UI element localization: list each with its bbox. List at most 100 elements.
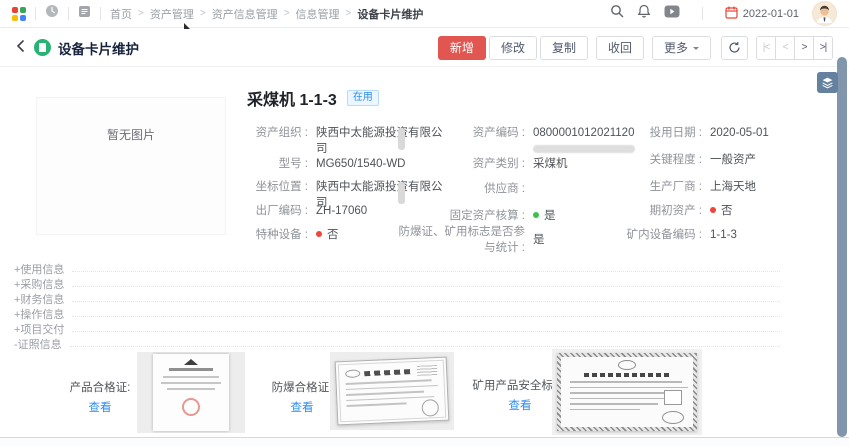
refresh-button[interactable] — [721, 36, 748, 60]
divider — [702, 7, 703, 20]
section-label: +使用信息 — [14, 261, 64, 277]
field-label: 防爆证、矿用标志是否参与统计 : — [390, 224, 525, 256]
field-value: 否 — [710, 203, 840, 219]
video-icon[interactable] — [664, 5, 680, 23]
breadcrumb-separator: > — [346, 8, 352, 19]
field-label: 供应商 : — [390, 181, 525, 197]
section-label: +财务信息 — [14, 291, 64, 307]
page-titlebar: 设备卡片维护 新增 修改 复制 收回 更多 |< < > >| — [0, 29, 849, 67]
breadcrumb-separator: > — [284, 8, 290, 19]
field-manufacturer: 生产厂商 : 上海天地 — [588, 179, 840, 195]
field-label: 型号 : — [198, 156, 308, 172]
emblem — [618, 360, 636, 370]
prev-record-button[interactable]: < — [775, 36, 795, 60]
divider — [72, 300, 780, 302]
certificate-image — [153, 354, 229, 431]
explosion-proof-certificate-thumbnail[interactable] — [330, 352, 454, 430]
field-label: 坐标位置 : — [198, 179, 308, 195]
date-display: 2022-01-01 — [725, 6, 799, 22]
breadcrumb-separator: > — [200, 8, 206, 19]
first-record-button[interactable]: |< — [756, 36, 776, 60]
product-certificate-thumbnail[interactable] — [137, 352, 245, 433]
app-window: 首页 > 资产管理 > 资产信息管理 > 信息管理 > 设备卡片维护 — [0, 0, 849, 446]
add-button[interactable]: 新增 — [438, 36, 486, 60]
certificate-image — [335, 357, 450, 426]
notification-bell-icon[interactable] — [637, 4, 651, 23]
section-finance-info[interactable]: +财务信息 — [14, 292, 780, 306]
divider — [68, 7, 69, 20]
section-usage-info[interactable]: +使用信息 — [14, 262, 780, 276]
product-certificate-group: 产品合格证: 查看 — [58, 379, 142, 415]
section-operation-info[interactable]: +操作信息 — [14, 307, 780, 321]
document-icon[interactable] — [78, 5, 91, 23]
last-record-button[interactable]: >| — [813, 36, 833, 60]
field-initial-asset: 期初资产 : 否 — [588, 203, 840, 219]
breadcrumb-asset-info-mgmt[interactable]: 资产信息管理 — [212, 6, 278, 22]
next-record-button[interactable]: > — [794, 36, 814, 60]
user-avatar[interactable] — [812, 1, 837, 26]
section-project-delivery[interactable]: +项目交付 — [14, 322, 780, 336]
breadcrumb-home[interactable]: 首页 — [110, 6, 132, 22]
refresh-icon — [728, 41, 741, 54]
section-label: +项目交付 — [14, 321, 64, 337]
breadcrumb: 首页 > 资产管理 > 资产信息管理 > 信息管理 > 设备卡片维护 — [110, 6, 423, 22]
search-icon[interactable] — [610, 4, 624, 23]
equipment-title: 采煤机 1-1-3 在用 — [247, 86, 379, 110]
equipment-name: 采煤机 1-1-3 — [247, 86, 337, 110]
field-label: 生产厂商 : — [588, 179, 702, 195]
round-stamp — [421, 399, 439, 417]
breadcrumb-info-mgmt[interactable]: 信息管理 — [296, 6, 340, 22]
field-label: 资产类别 : — [390, 156, 525, 172]
certificate-label: 产品合格证: — [58, 379, 142, 395]
status-dot-red — [710, 207, 716, 213]
vertical-scrollbar[interactable] — [837, 57, 847, 437]
header-actions: 2022-01-01 — [610, 1, 837, 26]
record-pager: |< < > >| — [756, 36, 833, 60]
current-date: 2022-01-01 — [743, 8, 799, 20]
oval-stamp — [662, 411, 684, 424]
field-label: 期初资产 : — [588, 203, 702, 219]
module-icon — [34, 39, 51, 56]
divider — [72, 330, 780, 332]
divider — [35, 7, 36, 20]
red-seal — [182, 398, 200, 416]
recall-button[interactable]: 收回 — [596, 36, 644, 60]
layers-panel-button[interactable] — [817, 72, 838, 93]
history-clock-icon[interactable] — [45, 4, 59, 23]
status-dot-red — [316, 231, 322, 237]
field-label: 特种设备 : — [198, 227, 308, 243]
view-link[interactable]: 查看 — [58, 399, 142, 415]
section-label: +操作信息 — [14, 306, 64, 322]
calendar-icon — [725, 6, 738, 22]
photo-box — [664, 390, 682, 405]
field-use-date: 投用日期 : 2020-05-01 — [588, 125, 840, 141]
divider — [72, 315, 780, 317]
breadcrumb-asset-mgmt[interactable]: 资产管理 — [150, 6, 194, 22]
field-label: 投用日期 : — [588, 125, 702, 141]
field-value: 上海天地 — [710, 179, 840, 195]
field-value: 1-1-3 — [710, 227, 840, 243]
status-dot-green — [533, 212, 539, 218]
bottom-border — [0, 437, 849, 446]
field-value: 一般资产 — [710, 152, 840, 168]
back-icon[interactable] — [16, 39, 25, 57]
edit-button[interactable]: 修改 — [489, 36, 537, 60]
more-button[interactable]: 更多 — [652, 36, 711, 60]
field-label: 关键程度 : — [588, 152, 702, 168]
field-label: 矿内设备编码 : — [588, 227, 702, 243]
divider — [72, 285, 780, 287]
breadcrumb-separator: > — [138, 8, 144, 19]
section-purchase-info[interactable]: +采购信息 — [14, 277, 780, 291]
mining-safety-mark-thumbnail[interactable] — [552, 349, 702, 435]
breadcrumb-current: 设备卡片维护 — [357, 6, 423, 22]
field-label: 出厂编码 : — [198, 203, 308, 219]
divider — [100, 7, 101, 20]
chevron-down-icon — [693, 47, 699, 53]
field-mine-code: 矿内设备编码 : 1-1-3 — [588, 227, 840, 243]
copy-button[interactable]: 复制 — [540, 36, 588, 60]
certificate-image — [557, 353, 697, 431]
more-button-label: 更多 — [664, 39, 688, 56]
app-logo-icon[interactable] — [12, 7, 26, 21]
section-label: +采购信息 — [14, 276, 64, 292]
field-label: 固定资产核算 : — [390, 208, 525, 224]
